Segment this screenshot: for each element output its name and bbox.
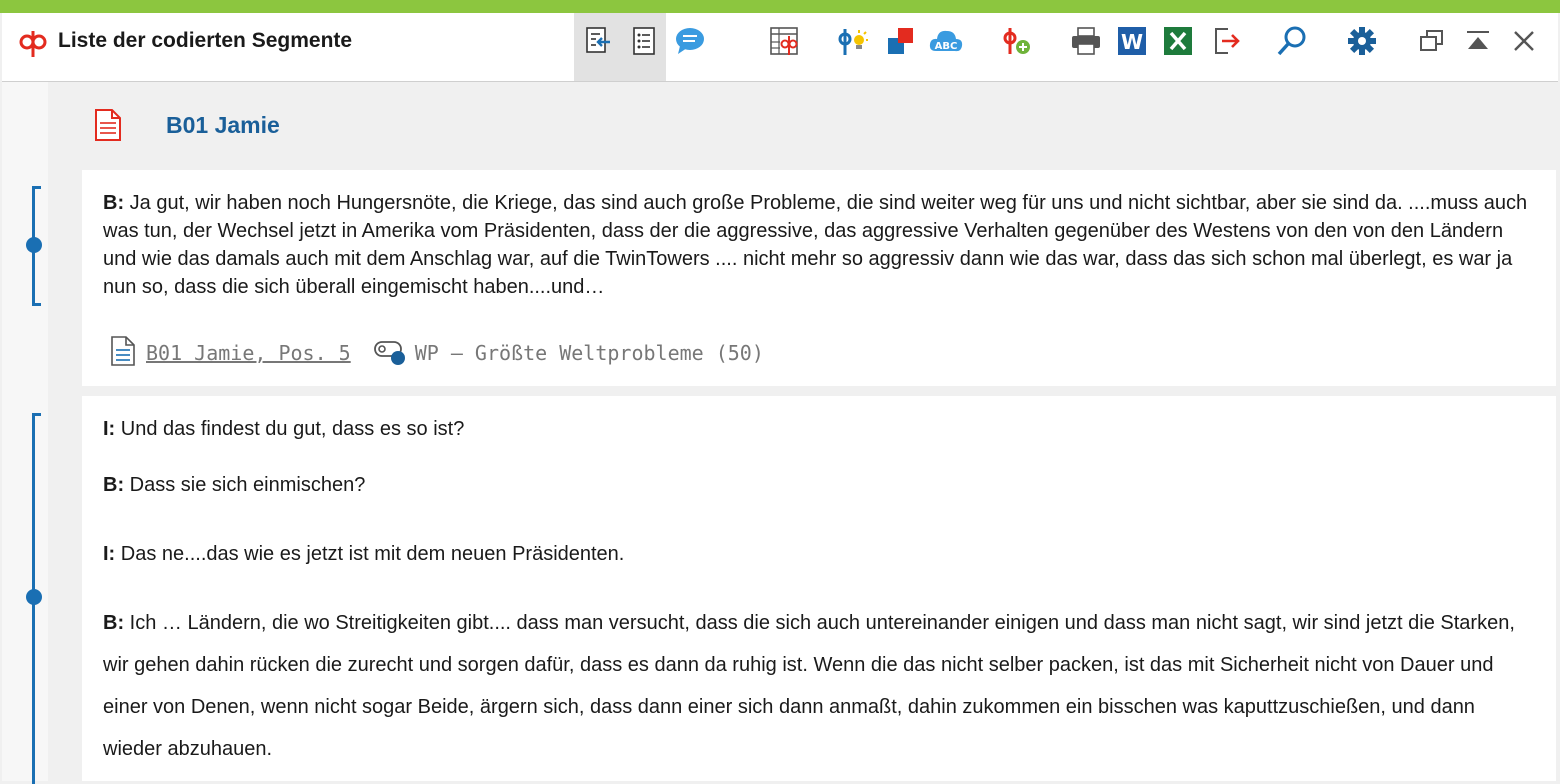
speaker-label: I: [103, 418, 116, 440]
coded-segment[interactable]: I: Und das findest du gut, dass es so is… [82, 396, 1556, 781]
segment-meta: B01 Jamie, Pos. 5 WP – Größte Weltproble… [110, 335, 764, 372]
coded-segment[interactable]: B: Ja gut, wir haben noch Hungersnöte, d… [82, 170, 1556, 386]
word-cloud-icon[interactable]: ABC [926, 21, 966, 61]
svg-text:ABC: ABC [935, 41, 958, 52]
excel-export-icon[interactable] [1158, 21, 1198, 61]
source-document-icon [110, 335, 136, 372]
window-titlebar: Liste der codierten Segmente ABC W [2, 13, 1558, 82]
code-label[interactable]: WP – Größte Weltprobleme (50) [415, 341, 764, 365]
speaker-label: B: [103, 192, 125, 214]
window-title: Liste der codierten Segmente [58, 29, 353, 52]
list-view-icon[interactable] [624, 21, 664, 61]
close-icon[interactable] [1504, 21, 1544, 61]
interview-line: I: Und das findest du gut, dass es so is… [103, 418, 1536, 441]
color-code-icon[interactable] [880, 21, 920, 61]
speaker-label: B: [103, 474, 125, 496]
settings-icon[interactable] [1342, 21, 1382, 61]
import-into-document-icon[interactable] [578, 21, 618, 61]
interview-paragraph: B: Ich … Ländern, die wo Streitigkeiten … [103, 602, 1536, 770]
document-title: B01 Jamie [166, 112, 280, 138]
paragraph-text: Ich … Ländern, die wo Streitigkeiten gib… [103, 612, 1515, 760]
search-icon[interactable] [1272, 21, 1312, 61]
code-memo-icon[interactable] [832, 21, 872, 61]
export-icon[interactable] [1206, 21, 1246, 61]
segment-marker-dot[interactable] [26, 589, 42, 605]
source-link[interactable]: B01 Jamie, Pos. 5 [146, 341, 351, 365]
word-export-icon[interactable]: W [1112, 21, 1152, 61]
line-text: Das ne....das wie es jetzt ist mit dem n… [115, 543, 625, 565]
undock-window-icon[interactable] [1412, 21, 1452, 61]
speaker-label: B: [103, 612, 125, 634]
svg-text:W: W [1121, 30, 1143, 54]
document-header: B01 Jamie [82, 84, 1556, 168]
table-overview-icon[interactable] [764, 21, 804, 61]
comment-icon[interactable] [670, 21, 710, 61]
speaker-label: I: [103, 543, 116, 565]
line-text: Und das findest du gut, dass es so ist? [115, 418, 465, 440]
line-text: Dass sie sich einmischen? [124, 474, 366, 496]
print-icon[interactable] [1066, 21, 1106, 61]
segment-content: Ja gut, wir haben noch Hungersnöte, die … [103, 192, 1528, 298]
segment-text: B: Ja gut, wir haben noch Hungersnöte, d… [103, 189, 1536, 301]
segment-marker-dot[interactable] [26, 237, 42, 253]
add-code-icon[interactable] [996, 21, 1036, 61]
document-icon [94, 108, 122, 147]
interview-line: B: Dass sie sich einmischen? [103, 474, 1536, 497]
top-accent-bar [0, 0, 1560, 13]
coded-segments-icon [18, 29, 48, 59]
maximize-icon[interactable] [1458, 21, 1498, 61]
interview-line: I: Das ne....das wie es jetzt ist mit de… [103, 543, 1536, 566]
code-tag-icon [373, 336, 407, 371]
segment-margin [2, 82, 48, 781]
